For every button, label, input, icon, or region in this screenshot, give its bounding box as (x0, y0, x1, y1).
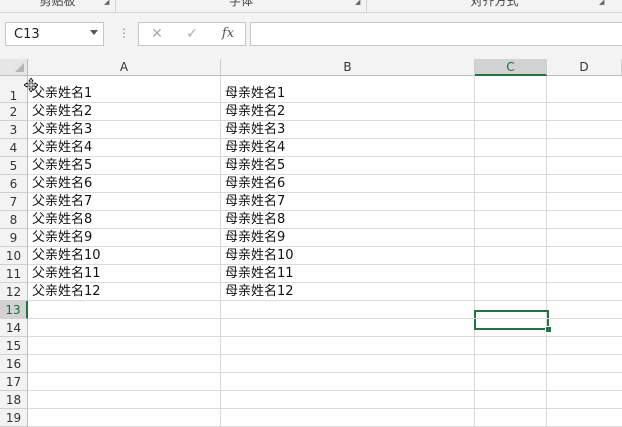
cell-a5[interactable]: 父亲姓名5 (32, 158, 92, 173)
gridline (28, 282, 622, 283)
fill-handle[interactable] (545, 326, 552, 333)
ribbon-group-label: 对齐方式 (470, 0, 519, 8)
column-header-b[interactable]: B (221, 59, 475, 76)
ribbon-group-clipboard: 剪贴板 ◢ (0, 0, 116, 12)
gridline (28, 354, 622, 355)
gridline (28, 102, 622, 103)
row-header-11[interactable]: 11 (0, 265, 28, 283)
column-header-c[interactable]: C (475, 59, 547, 76)
dialog-launcher-icon[interactable]: ◢ (355, 0, 362, 6)
cell-a12[interactable]: 父亲姓名12 (32, 284, 101, 299)
cell-a1[interactable]: 父亲姓名1 (32, 86, 92, 101)
row-header-19[interactable]: 19 (0, 409, 28, 427)
gridline (28, 138, 622, 139)
cell-a8[interactable]: 父亲姓名8 (32, 212, 92, 227)
cell-b12[interactable]: 母亲姓名12 (225, 284, 294, 299)
cell-b6[interactable]: 母亲姓名6 (225, 176, 285, 191)
gridline (28, 408, 622, 409)
gridline (28, 210, 622, 211)
formula-buttons: ✕ ✓ fx (138, 22, 246, 46)
cell-a7[interactable]: 父亲姓名7 (32, 194, 92, 209)
cell-a10[interactable]: 父亲姓名10 (32, 248, 101, 263)
cell-b9[interactable]: 母亲姓名9 (225, 230, 285, 245)
ribbon-group-label: 字体 (228, 0, 253, 8)
cell-b1[interactable]: 母亲姓名1 (225, 86, 285, 101)
dialog-launcher-icon[interactable]: ◢ (599, 0, 606, 6)
cell-b8[interactable]: 母亲姓名8 (225, 212, 285, 227)
insert-function-icon[interactable]: fx (216, 25, 240, 43)
row-header-16[interactable]: 16 (0, 355, 28, 373)
cell-a2[interactable]: 父亲姓名2 (32, 104, 92, 119)
row-header-13[interactable]: 13 (0, 301, 28, 319)
column-headers: A B C D (28, 59, 622, 76)
gridline (28, 336, 622, 337)
more-options-icon[interactable]: ⋮ (118, 25, 130, 41)
name-box[interactable]: C13 (5, 22, 104, 46)
row-header-8[interactable]: 8 (0, 211, 28, 229)
gridline (28, 174, 622, 175)
formula-input[interactable] (250, 22, 622, 46)
column-header-a[interactable]: A (28, 59, 221, 76)
gridline (28, 264, 622, 265)
gridline (28, 156, 622, 157)
row-header-6[interactable]: 6 (0, 175, 28, 193)
gridline (28, 246, 622, 247)
select-all-icon (15, 63, 24, 72)
cell-area[interactable]: 父亲姓名1 母亲姓名1 父亲姓名2 母亲姓名2 父亲姓名3 母亲姓名3 父亲姓名4 母亲姓名4… (28, 76, 622, 427)
cell-a3[interactable]: 父亲姓名3 (32, 122, 92, 137)
cell-a4[interactable]: 父亲姓名4 (32, 140, 92, 155)
row-headers: 1 2 3 4 5 6 7 8 9 10 11 12 13 14 15 16 17 18 19 (0, 76, 28, 427)
row-header-12[interactable]: 12 (0, 283, 28, 301)
row-header-4[interactable]: 4 (0, 139, 28, 157)
row-header-7[interactable]: 7 (0, 193, 28, 211)
row-header-14[interactable]: 14 (0, 319, 28, 337)
row-header-3[interactable]: 3 (0, 121, 28, 139)
move-cursor-icon (24, 78, 38, 92)
select-all-button[interactable] (0, 59, 28, 76)
gridline (28, 300, 622, 301)
cell-b3[interactable]: 母亲姓名3 (225, 122, 285, 137)
column-header-d[interactable]: D (547, 59, 622, 76)
ribbon-group-label: 剪贴板 (39, 0, 76, 8)
cell-b4[interactable]: 母亲姓名4 (225, 140, 285, 155)
gridline (28, 318, 622, 319)
row-header-5[interactable]: 5 (0, 157, 28, 175)
cell-a6[interactable]: 父亲姓名6 (32, 176, 92, 191)
dialog-launcher-icon[interactable]: ◢ (104, 0, 111, 6)
name-box-value: C13 (14, 27, 40, 42)
check-icon[interactable]: ✓ (180, 25, 204, 43)
selected-cell-c13[interactable] (474, 310, 549, 330)
cell-b5[interactable]: 母亲姓名5 (225, 158, 285, 173)
chevron-down-icon[interactable] (90, 30, 98, 35)
ribbon-group-alignment: 对齐方式 ◢ (367, 0, 622, 12)
ribbon-group-labels: 剪贴板 ◢ 字体 ◢ 对齐方式 ◢ (0, 0, 622, 13)
cell-b11[interactable]: 母亲姓名11 (225, 266, 294, 281)
worksheet-grid: A B C D 1 2 3 4 5 6 7 8 9 10 11 12 13 14 15 16 17 18 19 父亲… (0, 59, 622, 427)
row-header-17[interactable]: 17 (0, 373, 28, 391)
gridline (28, 228, 622, 229)
cell-b7[interactable]: 母亲姓名7 (225, 194, 285, 209)
spreadsheet-window: 剪贴板 ◢ 字体 ◢ 对齐方式 ◢ C13 ⋮ ✕ ✓ fx A B C D 1… (0, 0, 622, 427)
gridline (28, 390, 622, 391)
gridline (474, 76, 475, 427)
gridline (220, 76, 221, 427)
cell-a11[interactable]: 父亲姓名11 (32, 266, 101, 281)
cell-b2[interactable]: 母亲姓名2 (225, 104, 285, 119)
gridline (28, 120, 622, 121)
gridline (28, 372, 622, 373)
row-header-15[interactable]: 15 (0, 337, 28, 355)
gridline (28, 192, 622, 193)
cell-b10[interactable]: 母亲姓名10 (225, 248, 294, 263)
row-header-2[interactable]: 2 (0, 103, 28, 121)
row-header-18[interactable]: 18 (0, 391, 28, 409)
formula-bar: C13 ⋮ ✕ ✓ fx (0, 13, 622, 59)
cell-a9[interactable]: 父亲姓名9 (32, 230, 92, 245)
row-header-10[interactable]: 10 (0, 247, 28, 265)
row-header-9[interactable]: 9 (0, 229, 28, 247)
gridline (546, 76, 547, 427)
ribbon-group-font: 字体 ◢ (116, 0, 367, 12)
close-icon[interactable]: ✕ (145, 25, 169, 43)
